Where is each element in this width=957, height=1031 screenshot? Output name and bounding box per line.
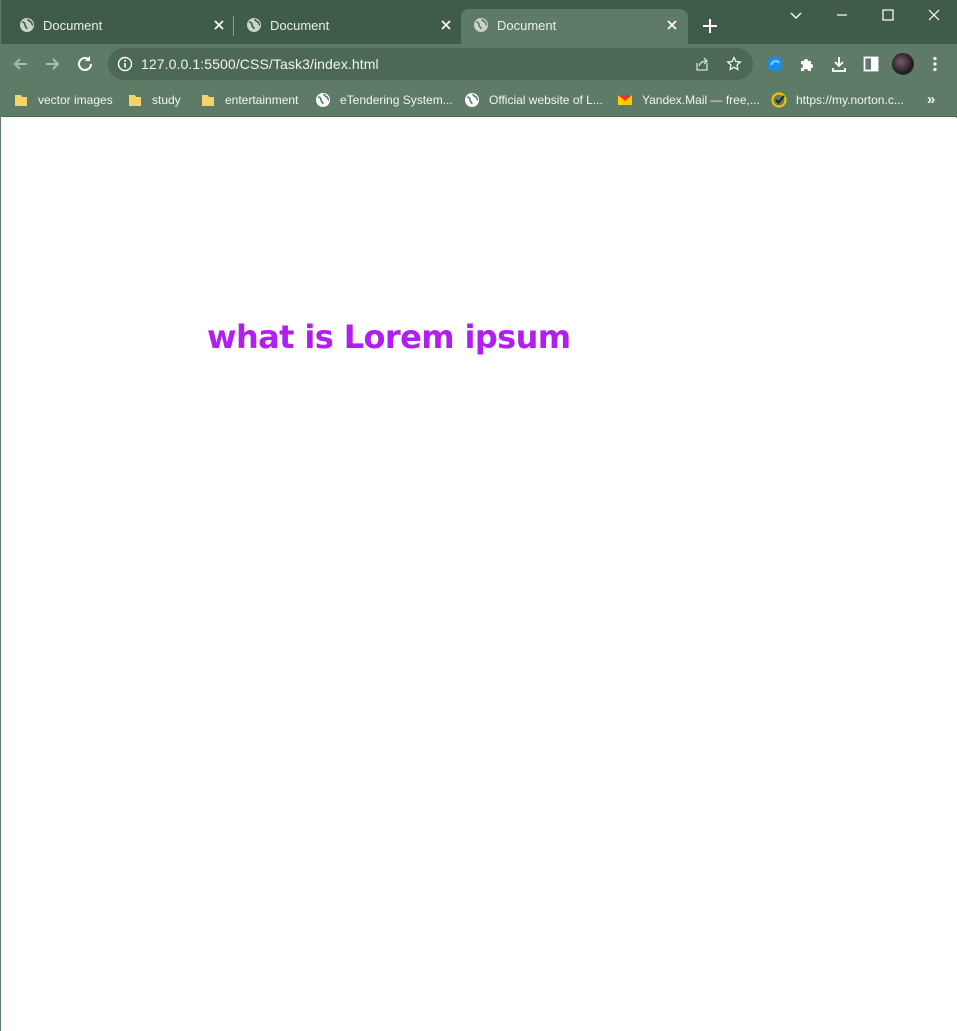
tab-strip: Document Document Document: [1, 0, 957, 44]
bookmark-vector-images[interactable]: vector images: [13, 90, 113, 110]
mail-icon: [618, 95, 632, 105]
minimize-icon[interactable]: [832, 5, 852, 25]
page-viewport: what is Lorem ipsum: [1, 118, 957, 1031]
folder-icon: [202, 95, 214, 106]
browser-toolbar: 127.0.0.1:5500/CSS/Task3/index.html: [1, 44, 957, 84]
bookmark-label: entertainment: [225, 93, 299, 107]
folder-icon: [129, 95, 141, 106]
bookmark-study[interactable]: study: [127, 90, 181, 110]
page-heading: what is Lorem ipsum: [207, 318, 571, 356]
tab-document-2[interactable]: Document: [234, 9, 460, 44]
bookmark-label: Official website of L...: [489, 93, 603, 107]
tab-title: Document: [270, 18, 330, 33]
bookmark-yandex-mail[interactable]: Yandex.Mail — free,...: [617, 90, 760, 110]
profile-avatar[interactable]: [892, 53, 914, 75]
puzzle-icon[interactable]: [798, 55, 816, 73]
tab-search-chevron-icon[interactable]: [786, 5, 806, 25]
site-info-icon[interactable]: [117, 56, 133, 72]
bookmark-label: study: [152, 93, 181, 107]
tab-title: Document: [497, 18, 557, 33]
bookmark-norton[interactable]: https://my.norton.c...: [771, 90, 904, 110]
reload-icon[interactable]: [74, 53, 96, 75]
close-icon[interactable]: [664, 17, 680, 33]
close-icon[interactable]: [438, 17, 454, 33]
bookmarks-bar: vector images study entertainment eTende…: [1, 84, 957, 117]
globe-icon: [20, 18, 34, 32]
bookmark-etendering[interactable]: eTendering System...: [315, 90, 453, 110]
bookmark-entertainment[interactable]: entertainment: [200, 90, 298, 110]
share-icon[interactable]: [694, 56, 710, 72]
browser-window: Document Document Document 127.0.0.1:550…: [0, 0, 957, 1031]
globe-icon: [465, 93, 479, 107]
extension-icon[interactable]: [766, 55, 784, 73]
tab-title: Document: [43, 18, 103, 33]
url-text[interactable]: 127.0.0.1:5500/CSS/Task3/index.html: [141, 56, 379, 72]
globe-icon: [247, 18, 261, 32]
back-arrow-icon[interactable]: [10, 53, 32, 75]
bookmark-label: eTendering System...: [340, 93, 453, 107]
window-close-icon[interactable]: [924, 5, 944, 25]
bookmark-label: Yandex.Mail — free,...: [642, 93, 760, 107]
new-tab-icon[interactable]: [700, 16, 720, 36]
bookmark-label: vector images: [38, 93, 113, 107]
folder-icon: [15, 95, 27, 106]
bookmarks-overflow-chevron[interactable]: »: [927, 91, 943, 109]
bookmark-official-website[interactable]: Official website of L...: [464, 90, 603, 110]
globe-icon: [316, 93, 330, 107]
download-icon[interactable]: [830, 55, 848, 73]
maximize-icon[interactable]: [878, 5, 898, 25]
bookmark-label: https://my.norton.c...: [796, 93, 904, 107]
side-panel-icon[interactable]: [862, 55, 880, 73]
tab-document-active[interactable]: Document: [461, 9, 688, 44]
globe-icon: [474, 18, 488, 32]
kebab-menu-icon[interactable]: [926, 55, 944, 73]
close-icon[interactable]: [211, 17, 227, 33]
norton-icon: [771, 92, 787, 108]
bookmark-star-icon[interactable]: [726, 56, 742, 72]
address-bar[interactable]: 127.0.0.1:5500/CSS/Task3/index.html: [108, 48, 753, 80]
tab-document-1[interactable]: Document: [7, 9, 231, 44]
forward-arrow-icon[interactable]: [41, 53, 63, 75]
